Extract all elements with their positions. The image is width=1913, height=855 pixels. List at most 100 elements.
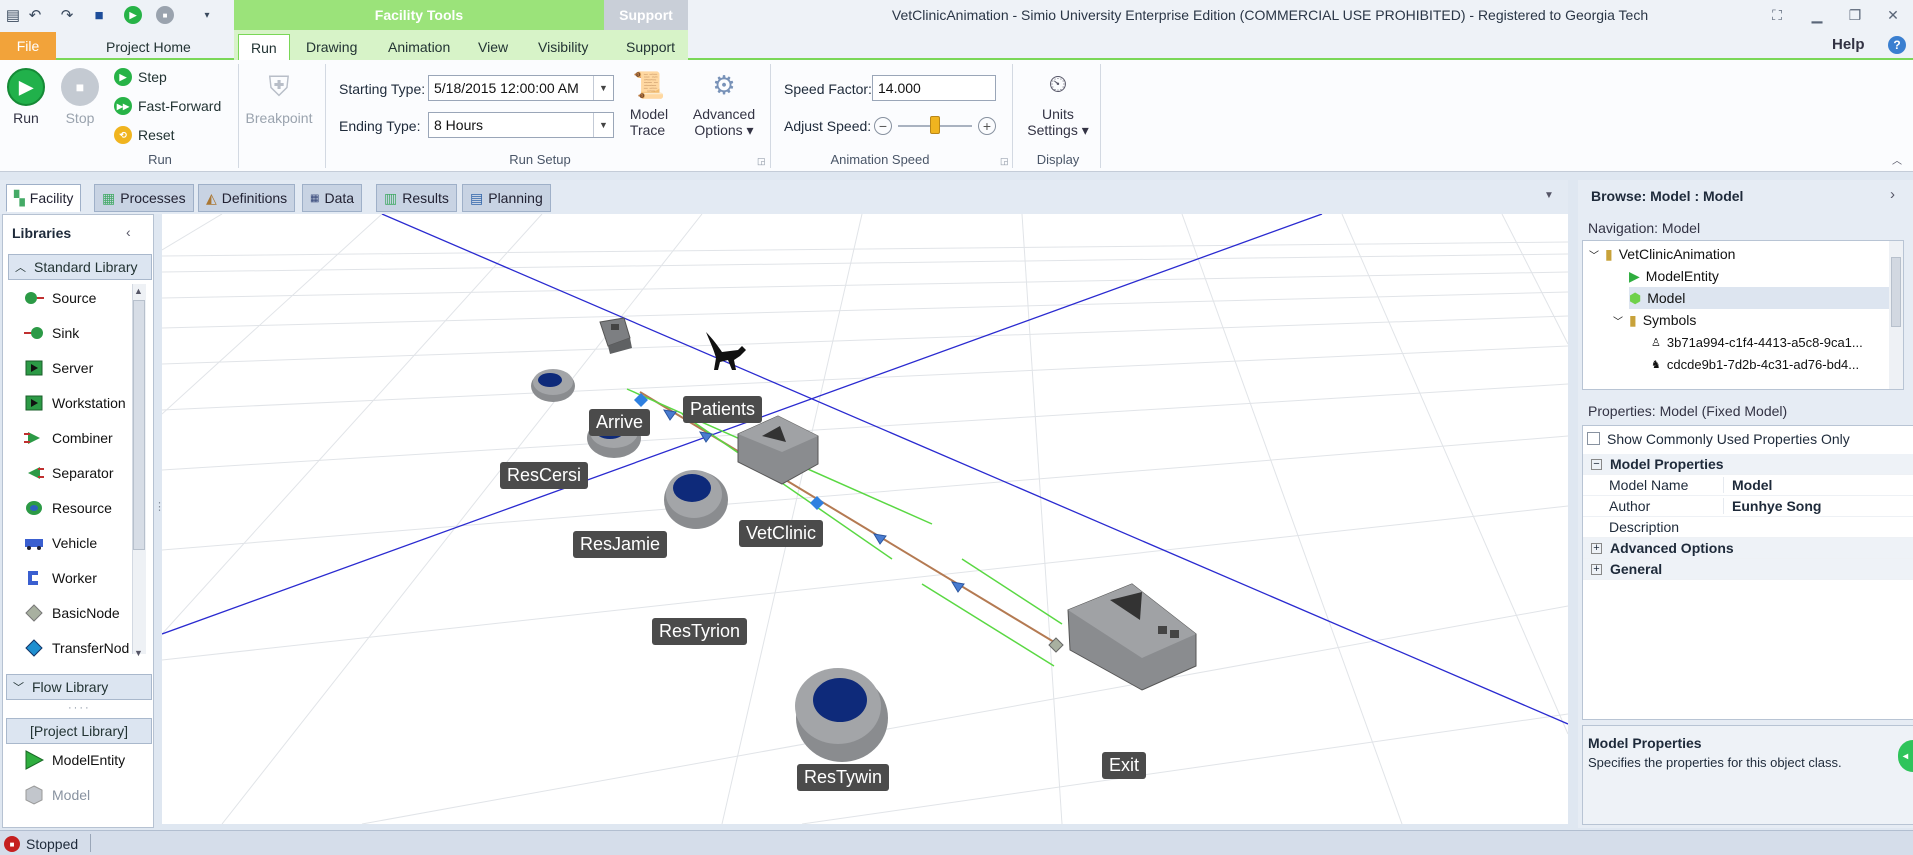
tree-node-symbols[interactable]: ﹀ ▮ Symbols — [1613, 309, 1696, 331]
property-row-description[interactable]: Description — [1583, 517, 1913, 538]
tab-view[interactable]: View — [466, 34, 520, 60]
tab-file[interactable]: File — [0, 32, 56, 60]
reset-button[interactable]: ⟲ Reset — [114, 126, 175, 144]
library-scroll-thumb[interactable] — [133, 300, 145, 550]
restore-layout-icon[interactable]: ⛶ — [1762, 4, 1792, 26]
advanced-options-button[interactable]: ⚙ Advanced Options ▾ — [684, 66, 764, 139]
fast-forward-button[interactable]: ▶▶ Fast-Forward — [114, 97, 221, 115]
help-link[interactable]: Help — [1832, 36, 1865, 53]
library-item-transfernode[interactable]: TransferNod — [24, 634, 129, 662]
property-row-model-name[interactable]: Model Name Model — [1583, 475, 1913, 496]
library-item-combiner[interactable]: Combiner — [24, 424, 113, 452]
close-icon[interactable]: ✕ — [1878, 4, 1908, 26]
quick-run-icon[interactable]: ▶ — [122, 4, 144, 26]
tab-animation[interactable]: Animation — [376, 34, 462, 60]
library-item-modelentity[interactable]: ModelEntity — [24, 746, 125, 774]
collapse-browse-icon[interactable]: › — [1890, 186, 1895, 203]
starting-type-dropdown[interactable]: 5/18/2015 12:00:00 AM ▼ — [428, 75, 614, 101]
exit-sink-object[interactable] — [1067, 583, 1197, 691]
speed-slider-thumb[interactable] — [930, 116, 940, 134]
breakpoint-button[interactable]: ⛨ Breakpoint — [246, 68, 313, 127]
help-icon[interactable]: ? — [1888, 36, 1906, 54]
tree-node-symbol[interactable]: ♞ cdcde9b1-7d2b-4c31-ad76-bd4... — [1651, 353, 1859, 375]
project-library-header[interactable]: [Project Library] — [6, 718, 152, 744]
library-item-vehicle[interactable]: Vehicle — [24, 529, 97, 557]
tab-definitions[interactable]: ◭ Definitions — [198, 184, 296, 212]
redo-icon[interactable]: ↷ — [56, 4, 78, 26]
standard-library-header[interactable]: ︿ Standard Library — [8, 254, 152, 280]
tree-node-modelentity[interactable]: ▶ ModelEntity — [1629, 265, 1719, 287]
advanced-options-category[interactable]: + Advanced Options — [1583, 538, 1913, 559]
patient-entity-dog[interactable] — [706, 332, 746, 370]
tree-node-model[interactable]: ⬢ Model — [1629, 287, 1901, 309]
vetclinic-server-object[interactable] — [737, 415, 819, 485]
tab-results[interactable]: ▥ Results — [376, 184, 457, 212]
decrease-speed-icon[interactable]: − — [874, 117, 892, 135]
library-item-basicnode[interactable]: BasicNode — [24, 599, 120, 627]
library-item-separator[interactable]: Separator — [24, 459, 113, 487]
tab-planning[interactable]: ▤ Planning — [462, 184, 551, 212]
animation-speed-launcher-icon[interactable]: ◲ — [1000, 156, 1009, 167]
tree-node-symbol[interactable]: ♙ 3b71a994-c1f4-4413-a5c8-9ca1... — [1651, 331, 1863, 353]
tab-run[interactable]: Run — [238, 34, 290, 60]
scroll-down-icon[interactable]: ▼ — [134, 648, 143, 658]
minimize-icon[interactable]: ▁ — [1802, 4, 1832, 26]
tab-data[interactable]: ▦ Data — [302, 184, 363, 212]
library-item-source[interactable]: Source — [24, 284, 96, 312]
scroll-up-icon[interactable]: ▲ — [134, 286, 143, 296]
save-icon[interactable]: ■ — [88, 4, 110, 26]
object-label-vetclinic[interactable]: VetClinic — [739, 520, 824, 547]
splitter-grip[interactable]: ⋮ — [154, 500, 165, 513]
run-button[interactable]: ▶ Run — [6, 68, 46, 126]
stop-button[interactable]: ■ Stop — [60, 68, 100, 126]
object-label-exit[interactable]: Exit — [1102, 752, 1147, 779]
tabs-menu-icon[interactable]: ▼ — [1544, 190, 1554, 201]
vetclinic-output-node[interactable] — [810, 496, 824, 510]
tab-processes[interactable]: ▦ Processes — [94, 184, 194, 212]
customize-toolbar-icon[interactable]: ▾ — [196, 4, 218, 26]
library-item-resource[interactable]: Resource — [24, 494, 112, 522]
ending-type-dropdown[interactable]: 8 Hours ▼ — [428, 112, 614, 138]
object-label-patients[interactable]: Patients — [683, 396, 763, 423]
facility-3d-scene[interactable] — [161, 213, 1569, 825]
rescersi-resource-object[interactable] — [531, 369, 575, 402]
library-item-sink[interactable]: Sink — [24, 319, 79, 347]
app-menu-icon[interactable]: ▤ — [2, 4, 24, 26]
library-item-server[interactable]: Server — [24, 354, 93, 382]
maximize-icon[interactable]: ❐ — [1840, 4, 1870, 26]
object-label-rescersi[interactable]: ResCersi — [500, 462, 589, 489]
units-settings-button[interactable]: ⏲ Units Settings ▾ — [1024, 66, 1092, 138]
collapse-ribbon-icon[interactable]: ︿ — [1892, 152, 1902, 167]
tab-project-home[interactable]: Project Home — [94, 34, 203, 60]
tab-visibility[interactable]: Visibility — [526, 34, 600, 60]
show-common-checkbox[interactable] — [1587, 432, 1600, 445]
model-trace-button[interactable]: 📜 Model Trace — [624, 66, 674, 139]
library-item-model[interactable]: Model — [24, 781, 90, 809]
object-label-resjamie[interactable]: ResJamie — [573, 531, 668, 558]
tree-scroll-thumb[interactable] — [1891, 257, 1901, 327]
property-row-author[interactable]: Author Eunhye Song — [1583, 496, 1913, 517]
tab-drawing[interactable]: Drawing — [294, 34, 369, 60]
restywin-resource-object[interactable] — [795, 668, 888, 762]
tab-facility[interactable]: ▚ Facility — [6, 184, 82, 212]
collapse-libraries-icon[interactable]: ‹ — [126, 224, 131, 240]
object-label-restywin[interactable]: ResTywin — [797, 764, 890, 791]
general-category[interactable]: + General — [1583, 559, 1913, 580]
object-label-restyrion[interactable]: ResTyrion — [652, 618, 748, 645]
undo-icon[interactable]: ↶ — [24, 4, 46, 26]
object-label-arrive[interactable]: Arrive — [589, 409, 651, 436]
run-setup-launcher-icon[interactable]: ◲ — [757, 156, 766, 167]
tab-support[interactable]: Support — [614, 34, 687, 60]
tree-node-vetclinicanimation[interactable]: ﹀ ▮ VetClinicAnimation — [1589, 243, 1735, 265]
restyrion-resource-object[interactable] — [664, 470, 728, 529]
speed-factor-input[interactable]: 14.000 — [872, 75, 996, 101]
library-item-workstation[interactable]: Workstation — [24, 389, 126, 417]
facility-view[interactable]: Arrive Patients ResCersi VetClinic ResJa… — [161, 213, 1569, 825]
quick-stop-icon[interactable]: ■ — [154, 4, 176, 26]
step-button[interactable]: ▶ Step — [114, 68, 167, 86]
increase-speed-icon[interactable]: + — [978, 117, 996, 135]
model-properties-category[interactable]: − Model Properties — [1583, 454, 1913, 475]
library-item-worker[interactable]: Worker — [24, 564, 97, 592]
splitter-grip[interactable]: ···· — [68, 702, 91, 714]
flow-library-header[interactable]: ﹀ Flow Library — [6, 674, 152, 700]
